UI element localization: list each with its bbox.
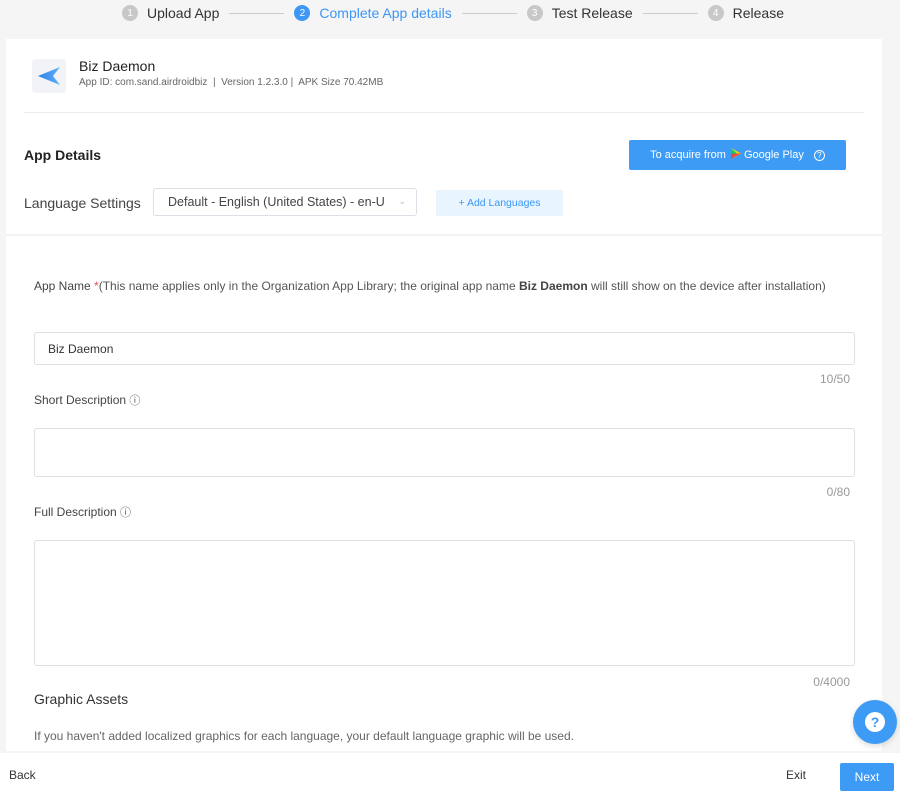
add-languages-button[interactable]: + Add Languages xyxy=(436,190,563,216)
short-description-label: Short Description ⓘ xyxy=(34,392,140,408)
label-text: App Name xyxy=(34,279,91,293)
step-number: 1 xyxy=(121,5,138,21)
google-play-label: Google Play xyxy=(743,149,804,161)
step-number: 2 xyxy=(294,5,311,21)
original-app-name: Biz Daemon xyxy=(518,279,588,293)
language-settings-label: Language Settings xyxy=(24,195,141,211)
footer-bar: Back Exit Next xyxy=(0,753,900,793)
graphic-assets-note: If you haven't added localized graphics … xyxy=(34,729,574,743)
google-play-acquire-button[interactable]: To acquire from Google Play ? xyxy=(629,140,846,170)
airdroid-arrow-icon xyxy=(32,59,66,93)
step-upload-app: 1 Upload App xyxy=(121,5,220,21)
step-connector xyxy=(229,12,285,14)
step-number: 3 xyxy=(526,5,543,21)
short-description-input[interactable] xyxy=(34,428,855,477)
step-release: 4 Release xyxy=(707,5,785,21)
help-fab-button[interactable]: ? xyxy=(853,700,897,744)
short-description-counter: 0/80 xyxy=(826,485,850,499)
back-button[interactable]: Back xyxy=(9,768,36,782)
help-circle-icon: ⓘ xyxy=(120,507,132,519)
step-connector xyxy=(461,12,517,14)
step-label: Complete App details xyxy=(319,5,452,21)
app-name-input[interactable] xyxy=(34,332,855,365)
language-select[interactable]: Default - English (United States) - en-U… xyxy=(153,188,417,216)
google-play-icon xyxy=(730,148,741,162)
full-description-label: Full Description ⓘ xyxy=(34,504,131,520)
label-text: Short Description xyxy=(34,393,127,407)
step-number: 4 xyxy=(707,5,724,21)
divider xyxy=(6,234,882,236)
app-header: Biz Daemon App ID: com.sand.airdroidbiz … xyxy=(24,39,864,113)
full-description-counter: 0/4000 xyxy=(813,675,850,689)
exit-button[interactable]: Exit xyxy=(786,768,806,782)
language-select-value: Default - English (United States) - en-U xyxy=(168,195,385,209)
step-connector xyxy=(642,12,698,14)
question-icon: ? xyxy=(865,712,885,732)
app-details-card: Biz Daemon App ID: com.sand.airdroidbiz … xyxy=(6,39,882,751)
step-complete-app-details: 2 Complete App details xyxy=(294,5,452,21)
step-test-release: 3 Test Release xyxy=(526,5,633,21)
graphic-assets-title: Graphic Assets xyxy=(34,691,129,707)
section-title: App Details xyxy=(24,147,102,163)
next-button[interactable]: Next xyxy=(840,763,894,791)
help-circle-icon: ? xyxy=(813,149,825,161)
help-circle-icon: ⓘ xyxy=(129,395,141,407)
note-text: will still show on the device after inst… xyxy=(587,279,826,293)
button-label: To acquire from xyxy=(650,149,726,161)
step-label: Release xyxy=(732,5,785,21)
note-text: (This name applies only in the Organizat… xyxy=(98,279,519,293)
stepper: 1 Upload App 2 Complete App details 3 Te… xyxy=(0,0,900,26)
label-text: Full Description xyxy=(34,505,117,519)
app-meta: App ID: com.sand.airdroidbiz | Version 1… xyxy=(79,77,384,88)
app-name: Biz Daemon xyxy=(79,58,156,74)
chevron-down-icon: ⌄ xyxy=(398,196,406,206)
step-label: Test Release xyxy=(551,5,633,21)
full-description-input[interactable] xyxy=(34,540,855,666)
step-label: Upload App xyxy=(146,5,220,21)
app-name-label: App Name *(This name applies only in the… xyxy=(34,274,834,299)
app-name-counter: 10/50 xyxy=(819,372,850,386)
